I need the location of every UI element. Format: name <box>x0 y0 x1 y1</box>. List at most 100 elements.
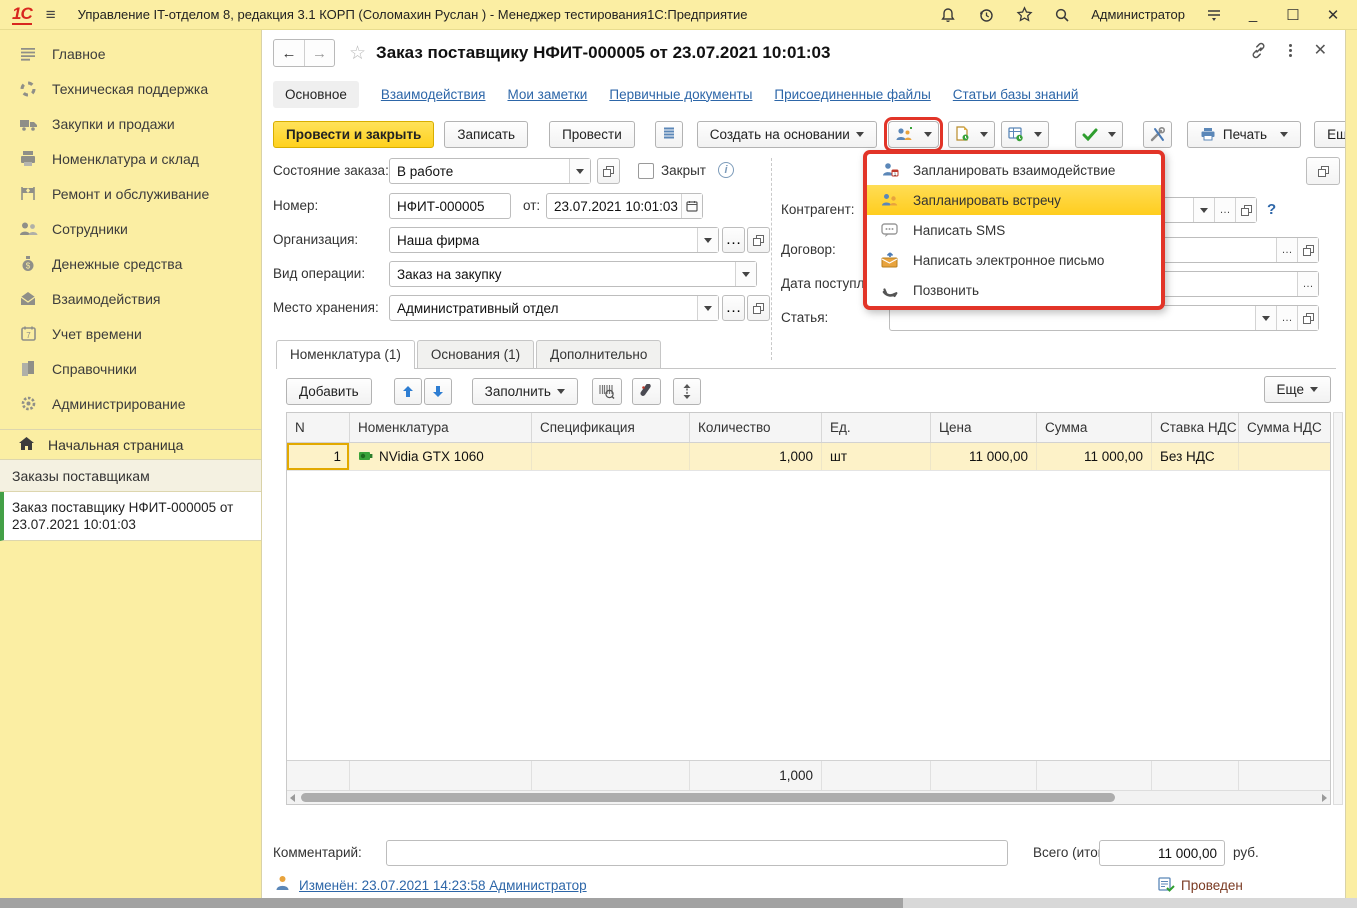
close-form-icon[interactable]: ✕ <box>1314 40 1327 60</box>
sidebar-item-repair-service[interactable]: Ремонт и обслуживание <box>0 176 261 211</box>
vat-sum-cell[interactable] <box>1239 443 1330 470</box>
scrollbar-thumb[interactable] <box>0 898 903 908</box>
chevron-down-icon[interactable] <box>735 262 756 286</box>
table-horizontal-scrollbar[interactable] <box>287 790 1330 804</box>
sidebar-tab-supplier-orders[interactable]: Заказы поставщикам <box>0 460 261 492</box>
select-ellipsis-icon[interactable]: … <box>1297 272 1318 296</box>
storage-place-open-button[interactable] <box>747 295 770 321</box>
move-down-button[interactable] <box>424 378 452 405</box>
sidebar-home-tab[interactable]: Начальная страница <box>0 429 261 460</box>
organization-open-button[interactable] <box>747 227 770 253</box>
calendar-icon[interactable] <box>681 194 702 218</box>
closed-checkbox[interactable] <box>638 163 654 179</box>
fill-button[interactable]: Заполнить <box>472 378 578 405</box>
save-button[interactable]: Записать <box>444 121 528 148</box>
tab-main[interactable]: Основное <box>273 81 359 108</box>
doc-schedule-button[interactable] <box>948 121 995 148</box>
tab-nomenclature[interactable]: Номенклатура (1) <box>276 340 415 368</box>
date-input[interactable]: 23.07.2021 10:01:03 <box>546 193 703 219</box>
sidebar-item-main[interactable]: Главное <box>0 36 261 71</box>
column-header[interactable]: Ед. <box>822 413 931 442</box>
row-number-cell[interactable]: 1 <box>287 443 350 470</box>
chevron-down-icon[interactable] <box>1193 198 1214 222</box>
column-header[interactable]: Количество <box>690 413 822 442</box>
comment-input[interactable] <box>386 840 1008 866</box>
prices-open-button[interactable] <box>1306 157 1340 185</box>
grand-total-input[interactable]: 11 000,00 <box>1099 840 1225 866</box>
sidebar-item-tech-support[interactable]: Техническая поддержка <box>0 71 261 106</box>
table-row[interactable]: 1 NVidia GTX 1060 1,000 шт 11 000,00 11 … <box>287 443 1330 471</box>
chevron-down-icon[interactable] <box>697 228 718 252</box>
vat-rate-cell[interactable]: Без НДС <box>1152 443 1239 470</box>
price-cell[interactable]: 11 000,00 <box>931 443 1037 470</box>
open-icon[interactable] <box>1235 198 1256 222</box>
chevron-down-icon[interactable] <box>697 296 718 320</box>
column-header[interactable]: N <box>287 413 350 442</box>
column-header[interactable]: Сумма НДС <box>1239 413 1330 442</box>
storage-place-combobox[interactable]: Административный отдел <box>389 295 719 321</box>
storage-place-select-button[interactable]: … <box>722 295 745 321</box>
row-height-button[interactable] <box>673 378 701 405</box>
approve-button[interactable] <box>1075 121 1123 148</box>
table-vertical-scrollbar[interactable] <box>1333 412 1343 805</box>
unit-cell[interactable]: шт <box>822 443 931 470</box>
sidebar-item-administration[interactable]: Администрирование <box>0 386 261 421</box>
add-row-button[interactable]: Добавить <box>286 378 372 405</box>
column-header[interactable]: Спецификация <box>532 413 690 442</box>
counterparty-help-icon[interactable]: ? <box>1267 201 1276 218</box>
tab-kb-articles[interactable]: Статьи базы знаний <box>953 87 1079 102</box>
maximize-icon[interactable]: ☐ <box>1283 6 1303 24</box>
report-schedule-button[interactable] <box>1001 121 1049 148</box>
sidebar-item-purchases-sales[interactable]: Закупки и продажи <box>0 106 261 141</box>
back-icon[interactable]: ← <box>274 40 304 66</box>
menu-item-call[interactable]: Позвонить <box>867 275 1161 305</box>
organization-select-button[interactable]: … <box>722 227 745 253</box>
chevron-down-icon[interactable] <box>1255 306 1276 330</box>
scanner-button[interactable] <box>632 378 661 405</box>
column-header[interactable]: Цена <box>931 413 1037 442</box>
sidebar-tab-active-document[interactable]: Заказ поставщику НФИТ-000005 от 23.07.20… <box>0 492 261 541</box>
select-ellipsis-icon[interactable]: … <box>1276 306 1297 330</box>
more-actions-icon[interactable] <box>1289 44 1292 57</box>
move-up-button[interactable] <box>394 378 422 405</box>
post-and-close-button[interactable]: Провести и закрыть <box>273 121 434 148</box>
number-input[interactable]: НФИТ-000005 <box>389 193 511 219</box>
column-header[interactable]: Сумма <box>1037 413 1152 442</box>
tab-primary-documents[interactable]: Первичные документы <box>609 87 752 102</box>
column-header[interactable]: Ставка НДС <box>1152 413 1239 442</box>
specification-cell[interactable] <box>532 443 690 470</box>
notifications-bell-icon[interactable] <box>939 6 957 24</box>
forward-icon[interactable]: → <box>304 40 334 66</box>
tab-grounds[interactable]: Основания (1) <box>417 340 534 368</box>
favorites-star-icon[interactable] <box>1015 6 1033 24</box>
info-icon[interactable]: i <box>718 162 734 178</box>
menu-item-plan-interaction[interactable]: 1 Запланировать взаимодействие <box>867 155 1161 185</box>
modified-link[interactable]: Изменён: 23.07.2021 14:23:58 Администрат… <box>299 878 587 893</box>
sidebar-item-catalogs[interactable]: Справочники <box>0 351 261 386</box>
post-button[interactable]: Провести <box>549 121 635 148</box>
plan-interaction-menu-button[interactable] <box>888 121 939 148</box>
sidebar-item-employees[interactable]: Сотрудники <box>0 211 261 246</box>
tab-my-notes[interactable]: Мои заметки <box>507 87 587 102</box>
main-menu-icon[interactable]: ≡ <box>46 5 56 25</box>
tab-attached-files[interactable]: Присоединенные файлы <box>774 87 930 102</box>
sidebar-item-interactions[interactable]: Взаимодействия <box>0 281 261 316</box>
scroll-right-icon[interactable] <box>1322 794 1327 802</box>
open-icon[interactable] <box>1297 238 1318 262</box>
order-state-open-button[interactable] <box>597 158 620 184</box>
barcode-search-button[interactable] <box>592 378 622 405</box>
scroll-left-icon[interactable] <box>290 794 295 802</box>
organization-combobox[interactable]: Наша фирма <box>389 227 719 253</box>
sidebar-item-time-tracking[interactable]: 7 Учет времени <box>0 316 261 351</box>
favorite-star-icon[interactable]: ☆ <box>349 42 366 65</box>
sidebar-item-nomenclature-stock[interactable]: Номенклатура и склад <box>0 141 261 176</box>
select-ellipsis-icon[interactable]: … <box>1214 198 1235 222</box>
print-button[interactable]: Печать <box>1187 121 1301 148</box>
column-header[interactable]: Номенклатура <box>350 413 532 442</box>
sidebar-item-money[interactable]: $ Денежные средства <box>0 246 261 281</box>
quantity-cell[interactable]: 1,000 <box>690 443 822 470</box>
scrollbar-thumb[interactable] <box>301 793 1115 802</box>
menu-item-write-sms[interactable]: Написать SMS <box>867 215 1161 245</box>
select-ellipsis-icon[interactable]: … <box>1276 238 1297 262</box>
document-movements-button[interactable] <box>655 121 683 148</box>
